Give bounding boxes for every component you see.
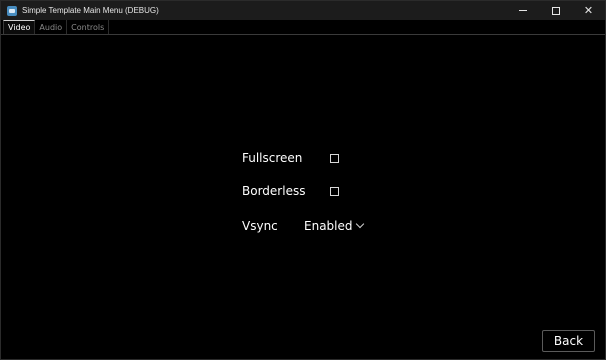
title-bar[interactable]: Simple Template Main Menu (DEBUG) ✕ — [1, 1, 605, 20]
fullscreen-label: Fullscreen — [242, 151, 303, 165]
tab-bar: Video Audio Controls — [1, 20, 605, 35]
tab-video[interactable]: Video — [3, 20, 36, 34]
window-title: Simple Template Main Menu (DEBUG) — [22, 6, 159, 15]
minimize-icon — [518, 10, 527, 11]
minimize-button[interactable] — [506, 1, 539, 20]
back-button[interactable]: Back — [542, 330, 595, 352]
fullscreen-checkbox[interactable] — [330, 154, 339, 163]
borderless-checkbox[interactable] — [330, 187, 339, 196]
tab-audio[interactable]: Audio — [35, 20, 68, 34]
chevron-down-icon — [355, 219, 364, 229]
window-controls: ✕ — [506, 1, 605, 20]
vsync-label: Vsync — [242, 219, 278, 233]
close-button[interactable]: ✕ — [572, 1, 605, 20]
close-icon: ✕ — [583, 4, 594, 17]
maximize-icon — [551, 6, 560, 15]
vsync-dropdown[interactable]: Enabled — [304, 218, 364, 234]
borderless-label: Borderless — [242, 184, 306, 198]
maximize-button[interactable] — [539, 1, 572, 20]
tab-controls[interactable]: Controls — [67, 20, 110, 34]
video-settings-panel: Fullscreen Borderless Vsync Enabled Back — [1, 36, 605, 359]
vsync-selected-value: Enabled — [304, 219, 353, 233]
app-icon — [7, 5, 17, 16]
app-window: Simple Template Main Menu (DEBUG) ✕ Vide… — [0, 0, 606, 360]
